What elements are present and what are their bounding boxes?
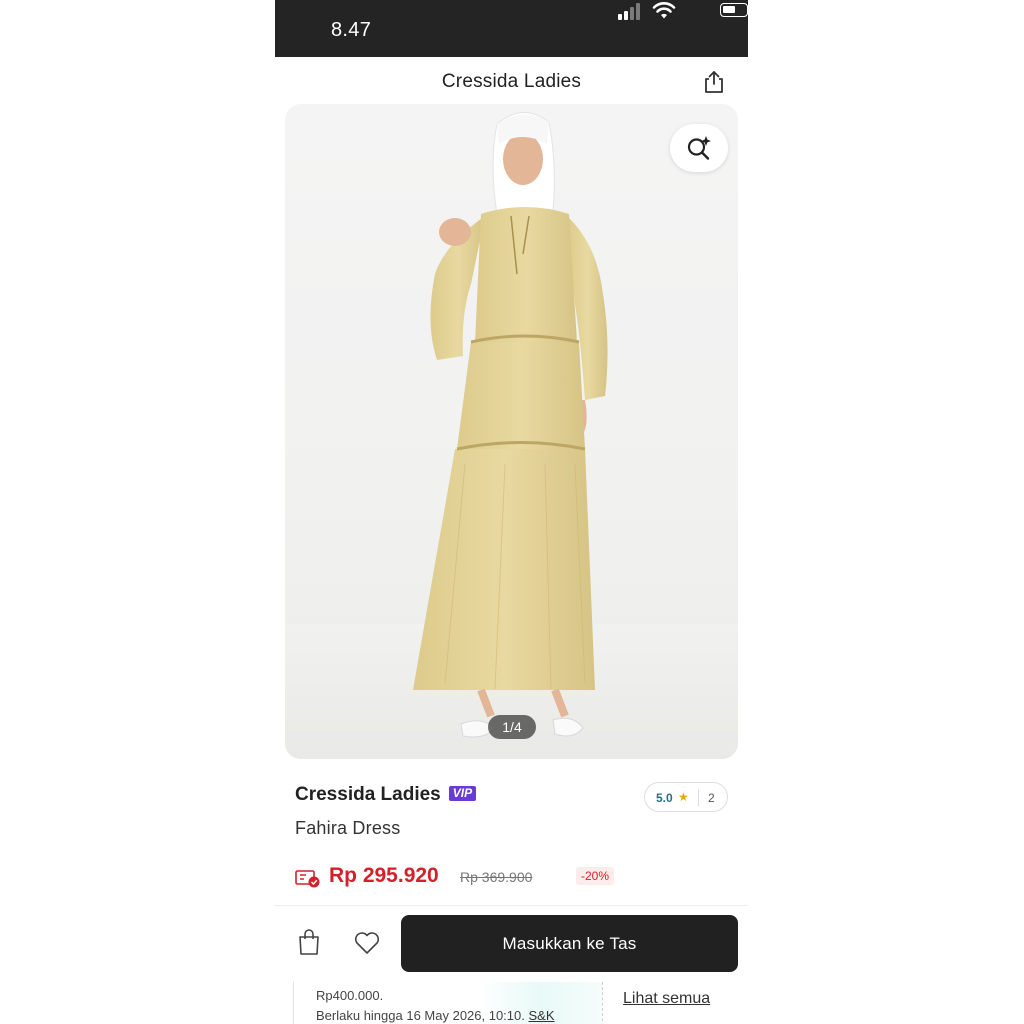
- brand-row[interactable]: Cressida Ladies VIP: [295, 784, 477, 810]
- vip-badge: VIP: [448, 786, 477, 801]
- see-all-link[interactable]: Lihat semua: [623, 990, 710, 1008]
- product-name: Fahira Dress: [295, 818, 401, 838]
- voucher-section: Rp400.000. Berlaku hingga 16 May 2026, 1…: [293, 982, 738, 1024]
- price-tag-icon: [295, 870, 320, 888]
- wifi-icon: [652, 2, 676, 19]
- voucher-card[interactable]: Rp400.000. Berlaku hingga 16 May 2026, 1…: [293, 982, 603, 1024]
- original-price: Rp 369.900: [460, 869, 533, 885]
- visual-search-icon: [687, 136, 711, 160]
- rating-score: 5.0: [656, 791, 673, 805]
- discount-badge: -20%: [576, 867, 615, 885]
- rating-pill[interactable]: 5.0 ★ 2: [644, 782, 728, 812]
- voucher-amount: Rp400.000.: [316, 988, 384, 1003]
- rating-divider: [698, 789, 699, 806]
- share-icon[interactable]: [702, 69, 726, 95]
- phone-screen: 8.47 Cressida Ladies 1/4 Cressida Ladies…: [275, 0, 748, 1024]
- voucher-validity-text: Berlaku hingga 16 May 2026, 10:10.: [316, 1008, 525, 1023]
- status-time: 8.47: [331, 19, 372, 41]
- cellular-signal-icon: [618, 2, 644, 20]
- product-image-carousel[interactable]: 1/4: [285, 104, 738, 759]
- visual-search-button[interactable]: [670, 124, 728, 172]
- current-price: Rp 295.920: [329, 864, 439, 887]
- battery-icon: [720, 3, 748, 17]
- voucher-terms-link[interactable]: S&K: [529, 1008, 555, 1023]
- image-pager: 1/4: [488, 715, 536, 739]
- status-bar: 8.47: [275, 0, 748, 57]
- voucher-validity: Berlaku hingga 16 May 2026, 10:10. S&K: [316, 1008, 555, 1023]
- header: Cressida Ladies: [275, 57, 748, 105]
- star-icon: ★: [678, 790, 689, 804]
- review-count: 2: [708, 791, 715, 805]
- shopping-bag-icon[interactable]: [297, 928, 321, 956]
- divider: [275, 905, 748, 906]
- add-to-bag-button[interactable]: Masukkan ke Tas: [401, 915, 738, 972]
- page-title: Cressida Ladies: [441, 71, 582, 92]
- heart-icon[interactable]: [353, 930, 381, 956]
- brand-name[interactable]: Cressida Ladies: [295, 784, 441, 805]
- product-photo: [285, 112, 738, 759]
- price-row: Rp 295.920 Rp 369.900 -20%: [295, 864, 735, 890]
